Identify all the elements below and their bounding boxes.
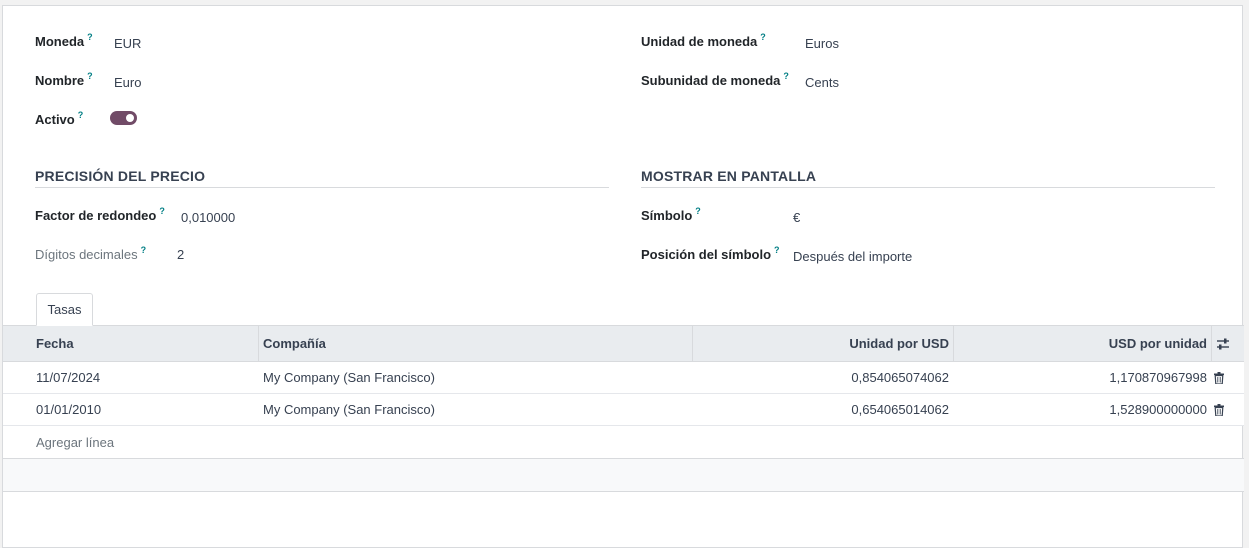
name-field[interactable]: Euro xyxy=(114,75,141,90)
cell-unit-per-usd: 0,654065014062 xyxy=(851,402,949,417)
column-header-date[interactable]: Fecha xyxy=(36,326,74,362)
column-divider xyxy=(1211,326,1212,362)
symbol-position-label: Posición del símbolo? xyxy=(641,245,780,262)
sliders-icon[interactable] xyxy=(1216,338,1230,350)
table-row[interactable]: 01/01/2010 My Company (San Francisco) 0,… xyxy=(3,394,1244,426)
cell-company: My Company (San Francisco) xyxy=(263,370,435,385)
add-line-row: Agregar línea xyxy=(3,427,1244,459)
name-label: Nombre? xyxy=(35,71,93,88)
symbol-label: Símbolo? xyxy=(641,206,701,223)
currency-unit-label: Unidad de moneda? xyxy=(641,32,766,49)
help-icon[interactable]: ? xyxy=(87,32,93,42)
symbol-position-field[interactable]: Después del importe xyxy=(793,249,912,264)
price-precision-title: PRECISIÓN DEL PRECIO xyxy=(35,168,206,184)
section-divider xyxy=(641,187,1215,188)
decimal-digits-field: 2 xyxy=(177,247,185,262)
active-label: Activo? xyxy=(35,110,84,127)
currency-label: Moneda? xyxy=(35,32,93,49)
help-icon[interactable]: ? xyxy=(78,110,84,120)
section-divider xyxy=(35,187,609,188)
help-icon[interactable]: ? xyxy=(783,71,789,81)
form-sheet: Moneda? EUR Nombre? Euro Activo? Unidad … xyxy=(2,5,1244,548)
currency-unit-field[interactable]: Euros xyxy=(805,36,839,51)
cell-date: 01/01/2010 xyxy=(36,402,102,417)
cell-usd-per-unit: 1,170870967998 xyxy=(1109,370,1207,385)
help-icon[interactable]: ? xyxy=(159,206,165,216)
display-title: MOSTRAR EN PANTALLA xyxy=(641,168,817,184)
decimal-digits-label: Dígitos decimales? xyxy=(35,245,147,262)
help-icon[interactable]: ? xyxy=(774,245,780,255)
rounding-factor-field[interactable]: 0,010000 xyxy=(181,210,235,225)
add-line-link[interactable]: Agregar línea xyxy=(36,427,114,459)
trash-icon[interactable] xyxy=(1214,404,1224,416)
currency-subunit-label: Subunidad de moneda? xyxy=(641,71,789,88)
empty-row xyxy=(3,459,1244,492)
currency-field[interactable]: EUR xyxy=(114,36,141,51)
help-icon[interactable]: ? xyxy=(141,245,147,255)
cell-unit-per-usd: 0,854065074062 xyxy=(851,370,949,385)
rates-table-header: Fecha Compañía Unidad por USD USD por un… xyxy=(3,326,1244,362)
trash-icon[interactable] xyxy=(1214,372,1224,384)
column-divider xyxy=(258,326,259,362)
column-header-company[interactable]: Compañía xyxy=(263,326,326,362)
tab-rates[interactable]: Tasas xyxy=(36,293,93,326)
help-icon[interactable]: ? xyxy=(87,71,93,81)
symbol-field[interactable]: € xyxy=(793,210,800,225)
currency-subunit-field[interactable]: Cents xyxy=(805,75,839,90)
active-toggle[interactable] xyxy=(110,111,137,125)
toggle-knob xyxy=(126,114,134,122)
rounding-factor-label: Factor de redondeo? xyxy=(35,206,165,223)
cell-company: My Company (San Francisco) xyxy=(263,402,435,417)
table-row[interactable]: 11/07/2024 My Company (San Francisco) 0,… xyxy=(3,362,1244,394)
column-header-unit-per-usd[interactable]: Unidad por USD xyxy=(693,326,949,362)
column-header-usd-per-unit[interactable]: USD por unidad xyxy=(954,326,1207,362)
help-icon[interactable]: ? xyxy=(760,32,766,42)
cell-usd-per-unit: 1,528900000000 xyxy=(1109,402,1207,417)
help-icon[interactable]: ? xyxy=(695,206,701,216)
cell-date: 11/07/2024 xyxy=(36,370,101,385)
